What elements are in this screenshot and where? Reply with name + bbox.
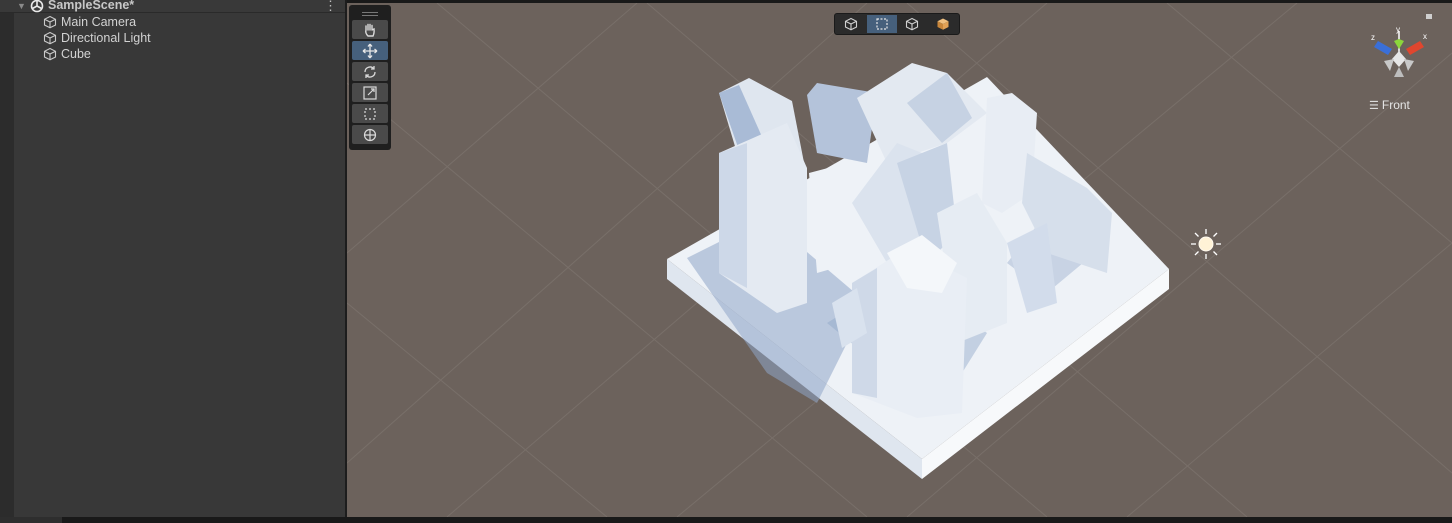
hierarchy-item-label: Main Camera [61,15,137,29]
hand-tool-button[interactable] [352,20,388,39]
gameobject-cube-icon [43,47,57,61]
scene-tools-overlay [349,5,391,150]
hierarchy-item-label: Directional Light [61,31,151,45]
shaded-cube-icon [937,18,949,30]
axis-label-y: y [1396,25,1400,34]
wireframe-mode-button[interactable] [897,15,928,33]
rotate-icon [364,65,376,78]
bottom-tab[interactable] [0,517,62,523]
hierarchy-item-main-camera[interactable]: Main Camera [0,14,345,30]
rect-mode-button[interactable] [866,15,897,33]
gameobject-cube-icon [43,31,57,45]
move-arrows-icon [362,43,378,58]
draw-mode-toolbar [834,13,960,35]
hierarchy-gutter [0,0,14,517]
view-orientation-label[interactable]: ☰ Front [1369,98,1410,112]
axis-label-z: z [1371,33,1375,42]
transform-tool-button[interactable] [352,125,388,144]
rect-tool-button[interactable] [352,104,388,123]
unity-scene-icon [30,0,44,13]
hierarchy-item-cube[interactable]: Cube [0,46,345,62]
hierarchy-item-label: Cube [61,47,91,61]
hierarchy-item-directional-light[interactable]: Directional Light [0,30,345,46]
transform-icon [363,128,377,141]
gameobject-cube-icon [43,15,57,29]
overlay-drag-handle[interactable] [352,8,388,20]
directional-light-icon[interactable] [1189,227,1223,261]
scale-icon [363,85,377,100]
cube-mesh [667,63,1169,479]
scale-tool-button[interactable] [352,83,388,102]
hand-icon [365,23,375,37]
status-bar [0,517,1452,523]
lit-mode-button[interactable] [928,15,959,33]
wire-cube-icon [906,17,919,31]
scene-world-render [347,3,1452,517]
scene-header-row[interactable]: ▼ SampleScene* ⋮ [0,0,345,13]
rect-icon [876,18,888,30]
orientation-gizmo[interactable]: y z x [1354,11,1444,91]
gizmo-lock-icon[interactable] [1426,14,1432,19]
move-tool-button[interactable] [352,41,388,60]
kebab-icon[interactable]: ⋮ [324,0,337,14]
hamburger-icon: ☰ [1369,99,1379,112]
axis-label-x: x [1423,32,1427,41]
hierarchy-panel: ▼ SampleScene* ⋮ Main Camera Directional… [0,0,345,517]
scene-name: SampleScene* [48,0,135,12]
scene-view[interactable]: y z x ☰ Front [347,3,1452,517]
rect-transform-icon [364,107,376,120]
rotate-tool-button[interactable] [352,62,388,81]
cube-icon [845,17,858,31]
shaded-mode-button[interactable] [836,15,867,33]
orientation-text: Front [1381,98,1410,112]
fold-arrow-icon[interactable]: ▼ [17,1,26,11]
